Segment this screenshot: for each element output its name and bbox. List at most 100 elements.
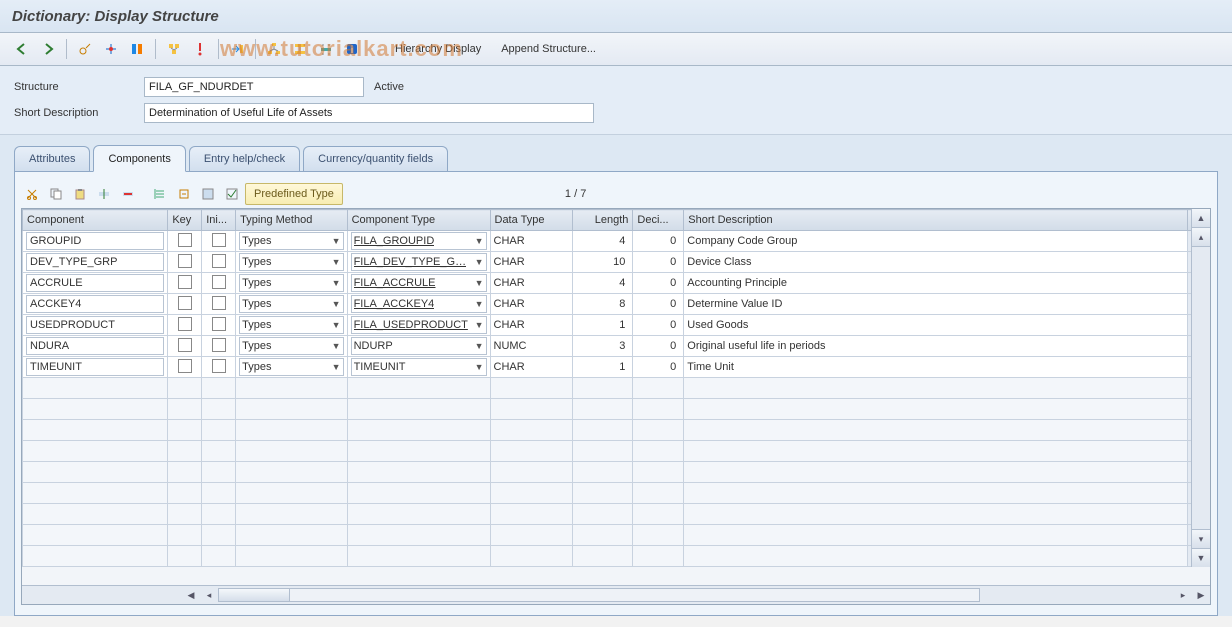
col-datatype[interactable]: Data Type	[490, 210, 572, 231]
check-button[interactable]	[99, 37, 123, 61]
h-scroll-thumb[interactable]	[219, 589, 290, 601]
col-length[interactable]: Length	[572, 210, 633, 231]
tab-entry-help[interactable]: Entry help/check	[189, 146, 300, 171]
info-button[interactable]: i	[340, 37, 364, 61]
datatype-cell: CHAR	[490, 231, 572, 252]
col-comptype[interactable]: Component Type	[347, 210, 490, 231]
component-cell[interactable]: NDURA	[26, 337, 164, 355]
comptype-dropdown[interactable]: FILA_USEDPRODUCT▼	[351, 316, 487, 334]
tree-button[interactable]	[262, 37, 286, 61]
datatype-cell: CHAR	[490, 357, 572, 378]
scroll-left-button[interactable]: ◀	[182, 587, 200, 603]
tab-attributes[interactable]: Attributes	[14, 146, 90, 171]
table-row[interactable]: USEDPRODUCTTypes▼FILA_USEDPRODUCT▼CHAR10…	[23, 315, 1210, 336]
init-checkbox[interactable]	[212, 359, 226, 373]
other-object-button[interactable]	[188, 37, 212, 61]
typing-dropdown[interactable]: Types▼	[239, 274, 343, 292]
scroll-track[interactable]	[1192, 247, 1210, 529]
table-row[interactable]: ACCRULETypes▼FILA_ACCRULE▼CHAR40Accounti…	[23, 273, 1210, 294]
desc-cell: Accounting Principle	[684, 273, 1188, 294]
h-scroll-track[interactable]	[218, 588, 980, 602]
key-checkbox[interactable]	[178, 296, 192, 310]
paste-button[interactable]	[69, 183, 91, 205]
scroll-down-button[interactable]: ▼	[1192, 548, 1210, 567]
comptype-dropdown[interactable]: FILA_DEV_TYPE_G…▼	[351, 253, 487, 271]
scroll-right-button[interactable]: ▶	[1192, 587, 1210, 603]
scroll-up-button-2[interactable]: ▴	[1192, 228, 1210, 247]
key-checkbox[interactable]	[178, 233, 192, 247]
horizontal-scrollbar[interactable]: ◀ ◂ ▸ ▶	[22, 585, 1210, 604]
table-row[interactable]: TIMEUNITTypes▼TIMEUNIT▼CHAR10Time Unit	[23, 357, 1210, 378]
col-typing[interactable]: Typing Method	[236, 210, 347, 231]
typing-dropdown[interactable]: Types▼	[239, 358, 343, 376]
navigate-button[interactable]	[225, 37, 249, 61]
collapse-all-button[interactable]	[173, 183, 195, 205]
collapse-button[interactable]	[314, 37, 338, 61]
structure-field[interactable]: FILA_GF_NDURDET	[144, 77, 364, 97]
init-checkbox[interactable]	[212, 317, 226, 331]
table-row[interactable]: GROUPIDTypes▼FILA_GROUPID▼CHAR40Company …	[23, 231, 1210, 252]
component-cell[interactable]: TIMEUNIT	[26, 358, 164, 376]
init-checkbox[interactable]	[212, 296, 226, 310]
comptype-dropdown[interactable]: FILA_ACCKEY4▼	[351, 295, 487, 313]
predefined-type-button[interactable]: Predefined Type	[245, 183, 343, 205]
append-structure-button[interactable]: Append Structure...	[492, 37, 605, 61]
scroll-left-button-2[interactable]: ◂	[200, 587, 218, 603]
col-component[interactable]: Component	[23, 210, 168, 231]
copy-button[interactable]	[45, 183, 67, 205]
scroll-up-button[interactable]: ▲	[1192, 209, 1210, 228]
scroll-right-button-2[interactable]: ▸	[1174, 587, 1192, 603]
tabs-container: Attributes Components Entry help/check C…	[0, 135, 1232, 616]
col-ini[interactable]: Ini...	[202, 210, 236, 231]
col-key[interactable]: Key	[168, 210, 202, 231]
key-checkbox[interactable]	[178, 338, 192, 352]
comptype-dropdown[interactable]: FILA_ACCRULE▼	[351, 274, 487, 292]
insert-row-button[interactable]	[93, 183, 115, 205]
comptype-dropdown[interactable]: FILA_GROUPID▼	[351, 232, 487, 250]
init-checkbox[interactable]	[212, 338, 226, 352]
typing-dropdown[interactable]: Types▼	[239, 232, 343, 250]
component-cell[interactable]: DEV_TYPE_GRP	[26, 253, 164, 271]
activate-button[interactable]	[125, 37, 149, 61]
deselect-all-button[interactable]	[221, 183, 243, 205]
back-button[interactable]	[10, 37, 34, 61]
key-checkbox[interactable]	[178, 275, 192, 289]
comptype-dropdown[interactable]: NDURP▼	[351, 337, 487, 355]
component-cell[interactable]: GROUPID	[26, 232, 164, 250]
hierarchy-display-button[interactable]: Hierarchy Display	[386, 37, 490, 61]
display-change-button[interactable]	[73, 37, 97, 61]
key-checkbox[interactable]	[178, 317, 192, 331]
table-row[interactable]: DEV_TYPE_GRPTypes▼FILA_DEV_TYPE_G…▼CHAR1…	[23, 252, 1210, 273]
cut-button[interactable]	[21, 183, 43, 205]
table-row[interactable]: NDURATypes▼NDURP▼NUMC30Original useful l…	[23, 336, 1210, 357]
typing-dropdown[interactable]: Types▼	[239, 316, 343, 334]
tab-currency-quantity[interactable]: Currency/quantity fields	[303, 146, 448, 171]
forward-button[interactable]	[36, 37, 60, 61]
typing-dropdown[interactable]: Types▼	[239, 295, 343, 313]
decimals-cell: 0	[636, 256, 680, 268]
scroll-down-button-2[interactable]: ▾	[1192, 529, 1210, 548]
col-decimals[interactable]: Deci...	[633, 210, 684, 231]
where-used-button[interactable]	[162, 37, 186, 61]
select-all-button[interactable]	[197, 183, 219, 205]
expand-all-button[interactable]	[149, 183, 171, 205]
expand-button[interactable]	[288, 37, 312, 61]
typing-dropdown[interactable]: Types▼	[239, 253, 343, 271]
typing-dropdown[interactable]: Types▼	[239, 337, 343, 355]
delete-row-button[interactable]	[117, 183, 139, 205]
component-cell[interactable]: USEDPRODUCT	[26, 316, 164, 334]
col-shortdesc[interactable]: Short Description	[684, 210, 1188, 231]
init-checkbox[interactable]	[212, 233, 226, 247]
tab-components[interactable]: Components	[93, 145, 185, 172]
key-checkbox[interactable]	[178, 254, 192, 268]
comptype-dropdown[interactable]: TIMEUNIT▼	[351, 358, 487, 376]
table-row[interactable]: ACCKEY4Types▼FILA_ACCKEY4▼CHAR80Determin…	[23, 294, 1210, 315]
key-checkbox[interactable]	[178, 359, 192, 373]
component-cell[interactable]: ACCRULE	[26, 274, 164, 292]
init-checkbox[interactable]	[212, 275, 226, 289]
shortdesc-field[interactable]: Determination of Useful Life of Assets	[144, 103, 594, 123]
init-checkbox[interactable]	[212, 254, 226, 268]
separator	[155, 39, 156, 59]
component-cell[interactable]: ACCKEY4	[26, 295, 164, 313]
vertical-scrollbar[interactable]: ▲ ▴ ▾ ▼	[1191, 209, 1210, 567]
